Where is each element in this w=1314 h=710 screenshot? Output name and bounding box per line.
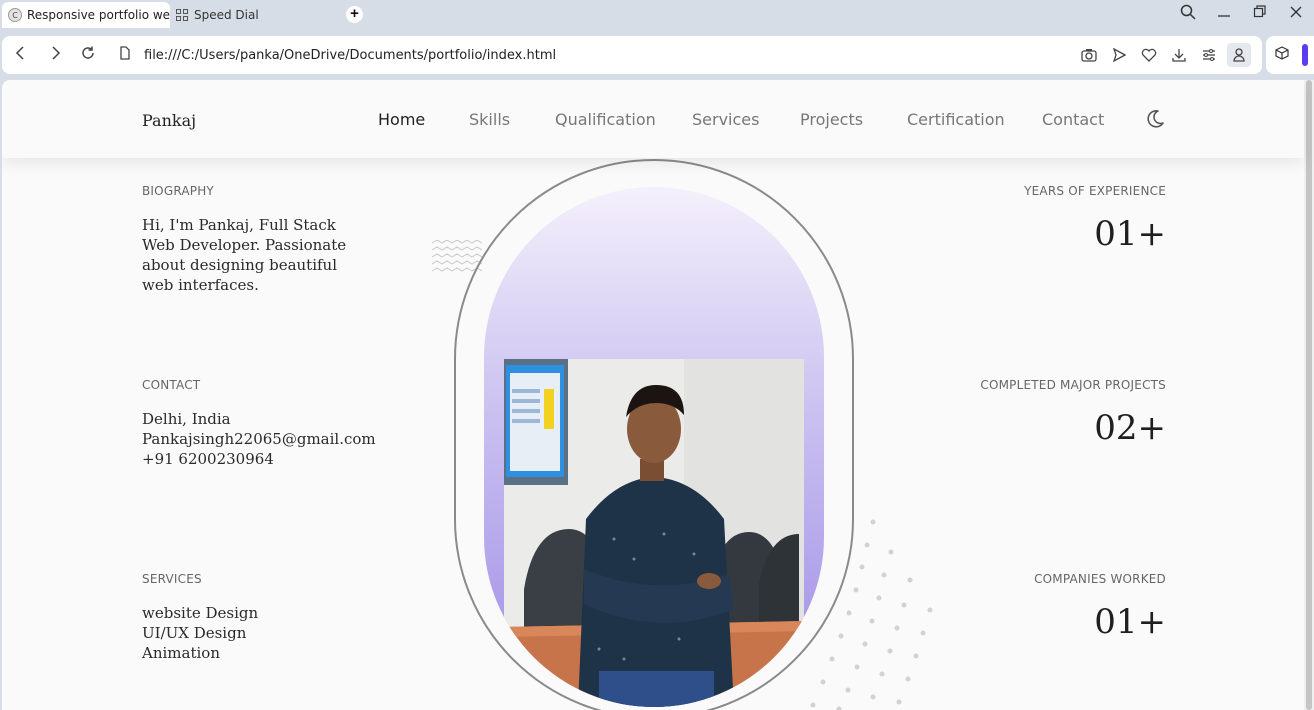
new-tab-button[interactable]: + <box>346 6 363 23</box>
stat-value-experience: 01+ <box>1094 214 1166 254</box>
stat-label-projects: COMPLETED MAJOR PROJECTS <box>980 378 1166 392</box>
tab-label: Responsive portfolio webs <box>27 8 170 22</box>
extensions-cube-icon[interactable] <box>1275 46 1289 63</box>
download-icon[interactable] <box>1170 46 1188 64</box>
moon-icon[interactable] <box>1144 108 1166 130</box>
minimize-button[interactable] <box>1212 4 1236 24</box>
service-item: Animation <box>142 644 220 662</box>
services-list: website Design UI/UX Design Animation <box>142 603 402 663</box>
file-page-icon <box>115 45 135 66</box>
browser-tab-strip: C Responsive portfolio webs Speed Dial + <box>0 0 1314 30</box>
url-text[interactable]: file:///C:/Users/panka/OneDrive/Document… <box>144 48 556 63</box>
settings-sliders-icon[interactable] <box>1200 46 1218 64</box>
scrollbar-thumb[interactable] <box>1306 80 1312 710</box>
biography-label: BIOGRAPHY <box>142 184 214 198</box>
site-header: Pankaj Home Skills Qualification Service… <box>2 80 1304 158</box>
send-icon[interactable] <box>1110 46 1128 64</box>
search-tabs-icon[interactable] <box>1176 4 1200 24</box>
stat-value-companies: 01+ <box>1094 602 1166 642</box>
page-viewport: Pankaj Home Skills Qualification Service… <box>2 80 1314 710</box>
contact-location: Delhi, India <box>142 410 231 428</box>
camera-icon[interactable] <box>1080 46 1098 64</box>
forward-icon[interactable] <box>46 45 66 66</box>
extensions-panel <box>1266 36 1314 74</box>
contact-label: CONTACT <box>142 378 201 392</box>
contact-phone[interactable]: +91 6200230964 <box>142 449 402 469</box>
reload-icon[interactable] <box>78 45 98 66</box>
close-window-button[interactable] <box>1284 4 1308 24</box>
tab-portfolio[interactable]: C Responsive portfolio webs <box>2 2 170 28</box>
address-bar[interactable]: file:///C:/Users/panka/OneDrive/Document… <box>2 36 1262 74</box>
nav-skills[interactable]: Skills <box>469 110 510 129</box>
stat-value-projects: 02+ <box>1094 408 1166 448</box>
contact-info: Delhi, India Pankajsingh22065@gmail.com … <box>142 409 402 469</box>
tab-speed-dial[interactable]: Speed Dial <box>174 2 334 28</box>
contact-email[interactable]: Pankajsingh22065@gmail.com <box>142 429 402 449</box>
restore-button[interactable] <box>1248 4 1272 24</box>
service-item: website Design <box>142 604 259 622</box>
tab-label: Speed Dial <box>194 8 259 22</box>
nav-services[interactable]: Services <box>692 110 759 129</box>
page-scrollbar[interactable] <box>1304 80 1314 710</box>
sidebar-toggle[interactable] <box>1302 44 1308 66</box>
back-icon[interactable] <box>10 45 30 66</box>
nav-home[interactable]: Home <box>378 110 425 129</box>
site-logo[interactable]: Pankaj <box>142 111 196 130</box>
stat-label-companies: COMPANIES WORKED <box>1034 572 1166 586</box>
biography-text: Hi, I'm Pankaj, Full Stack Web Developer… <box>142 216 347 294</box>
nav-certification[interactable]: Certification <box>907 110 1005 129</box>
profile-photo <box>504 359 804 707</box>
service-item: UI/UX Design <box>142 624 247 642</box>
speed-dial-icon <box>176 9 188 21</box>
nav-projects[interactable]: Projects <box>800 110 863 129</box>
nav-contact[interactable]: Contact <box>1042 110 1104 129</box>
stat-label-experience: YEARS OF EXPERIENCE <box>1024 184 1166 198</box>
browser-toolbar: file:///C:/Users/panka/OneDrive/Document… <box>0 36 1314 76</box>
site-favicon-icon: C <box>8 8 22 22</box>
portrait-background <box>484 187 824 707</box>
services-label: SERVICES <box>142 572 202 586</box>
nav-qualification[interactable]: Qualification <box>555 110 656 129</box>
heart-icon[interactable] <box>1140 46 1158 64</box>
profile-icon[interactable] <box>1227 43 1251 67</box>
